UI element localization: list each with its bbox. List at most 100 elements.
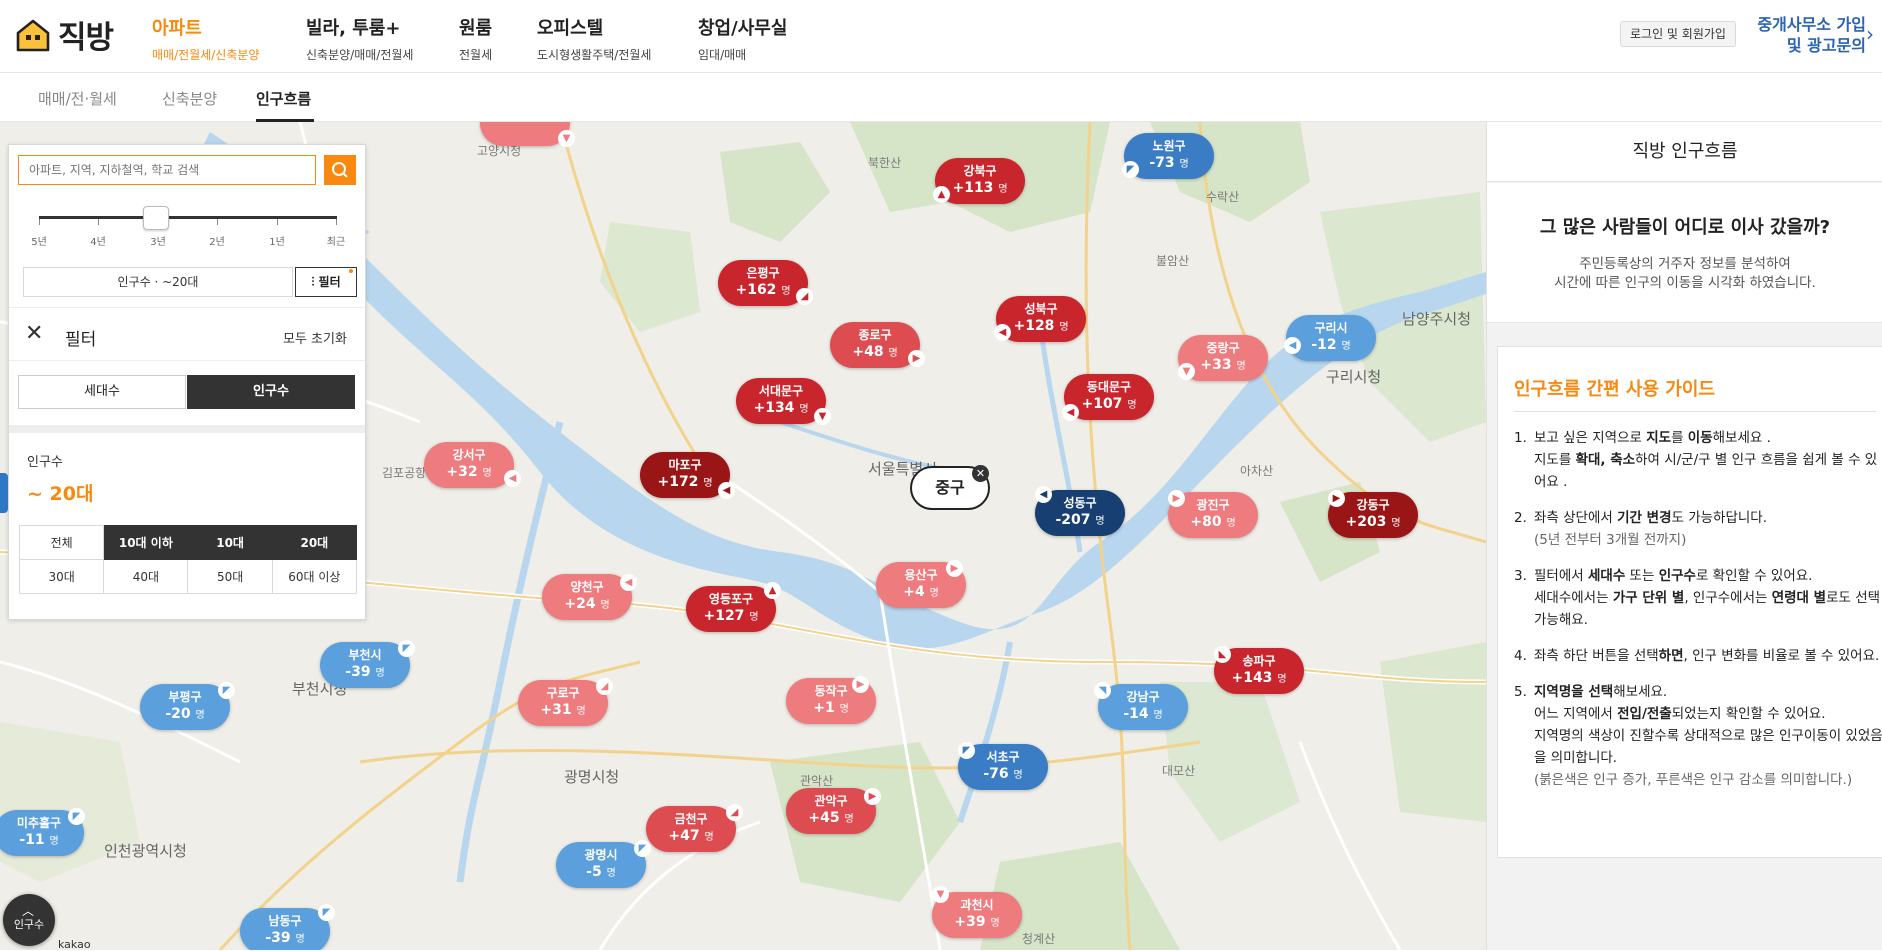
place-label: 관악산 [800,774,834,788]
tab-trade[interactable]: 매매/전·월세 [38,88,117,109]
chevron-right-icon[interactable]: › [1866,22,1874,46]
nav-office[interactable]: 창업/사무실 임대/매매 [698,14,787,63]
toggle-population[interactable]: 인구수 [187,375,355,409]
district-value: +39 명 [954,914,1000,930]
age-option[interactable]: 전체 [18,525,105,560]
district-bubble[interactable]: 종로구 +48 명 ▶ [830,322,925,368]
district-bubble[interactable]: 관악구 +45 명 ▶ [786,788,881,834]
district-bubble[interactable]: 동작구 +1 명 ▶ [786,676,876,724]
population-ratio-button[interactable]: ︿ 인구수 [3,894,55,946]
district-name: 양천구 [570,580,604,594]
age-option[interactable]: 50대 [187,559,273,594]
nav-oneroom-title: 원룸 [459,18,493,39]
population-ratio-label: 인구수 [13,918,45,931]
nav-officetel-sub: 도시형생활주택/전월세 [537,48,652,62]
district-name: 구로구 [546,686,580,700]
agent-signup-link[interactable]: 중개사무소 가입 및 광고문의 [1752,14,1866,56]
district-bubble[interactable]: 남동구 -39 명 ◤ [240,904,335,950]
tab-presale[interactable]: 신축분양 [162,88,217,109]
move-in-icon: ◀ [994,324,1011,341]
district-name: 강북구 [963,164,997,178]
move-in-icon: ▶ [1328,490,1345,507]
move-out-icon: ◥ [1094,682,1111,699]
district-bubble[interactable]: 금천구 +47 명 ◢ [646,804,743,852]
move-out-icon: ◤ [68,808,85,825]
reset-all-button[interactable]: 모두 초기화 [283,328,347,347]
toggle-households[interactable]: 세대수 [18,375,186,409]
login-button[interactable]: 로그인 및 회원가입 [1620,21,1736,47]
agent-line2: 및 광고문의 [1786,36,1866,55]
nav-apartment-sub: 매매/전월세/신축분양 [152,48,260,62]
district-value: +47 명 [668,828,714,844]
filter-summary: 인구수 · ~20대 [23,267,293,297]
move-in-icon: ◢ [796,288,813,305]
district-bubble[interactable]: 강동구 +203 명 ▶ [1328,490,1418,538]
age-option[interactable]: 40대 [103,559,189,594]
district-name: 용산구 [904,568,938,582]
age-value: ~ 20대 [27,483,94,505]
district-name: 동대문구 [1086,380,1132,394]
district-bubble[interactable]: 동대문구 +107 명 ◀ [1062,374,1154,421]
district-bubble[interactable]: 마포구 +172 명 ◀ [640,452,735,499]
district-name: 강남구 [1126,690,1160,704]
district-bubble[interactable]: 부평구 -20 명 ◤ [140,682,235,730]
district-bubble[interactable]: 과천시 +39 명 ▼ [932,886,1022,938]
tab-population-flow[interactable]: 인구흐름 [256,88,311,109]
nav-apartment[interactable]: 아파트 매매/전월세/신축분양 [152,14,259,63]
district-bubble[interactable]: 은평구 +162 명 ◢ [718,260,813,306]
age-option[interactable]: 60대 이상 [271,559,358,594]
district-value: +162 명 [735,282,791,298]
district-bubble[interactable]: 광진구 +80 명 ▶ [1168,490,1258,538]
logo[interactable]: 직방 [14,12,114,57]
age-option[interactable]: 10대 [187,525,273,560]
district-bubble[interactable]: 서초구 -76 명 ◤ [958,742,1048,790]
district-bubble[interactable]: 강남구 -14 명 ◥ [1094,682,1188,730]
move-in-icon: ◀ [1062,404,1079,421]
district-bubble[interactable]: 미추홀구 -11 명 ◤ [0,808,85,856]
district-bubble[interactable]: 양천구 +24 명 ◀ [542,574,637,620]
district-bubble[interactable]: 영등포구 +127 명 ▲ [686,582,781,632]
guide-item: 5. 지역명을 선택해보세요. 어느 지역에서 전입/전출되었는지 확인할 수 … [1514,684,1882,788]
move-in-icon: ▼ [558,130,575,147]
nav-officetel[interactable]: 오피스텔 도시형생활주택/전월세 [537,14,651,63]
move-in-icon: ▶ [908,350,925,367]
nav-oneroom[interactable]: 원룸 전월세 [459,14,492,63]
move-in-icon: ◣ [1214,646,1231,663]
close-icon[interactable]: ✕ [972,465,989,482]
district-bubble[interactable]: 강서구 +32 명 ◀ [424,442,521,488]
district-bubble[interactable]: 중랑구 +33 명 ▼ [1178,335,1268,381]
info-desc-line: 주민등록상의 거주자 정보를 분석하여 [1579,256,1791,272]
move-in-icon: ▼ [932,886,949,903]
search-button[interactable] [324,155,356,185]
district-bubble[interactable]: 송파구 +143 명 ◣ [1214,646,1304,694]
age-option[interactable]: 10대 이하 [103,525,189,560]
district-bubble[interactable]: 구로구 +31 명 ◢ [518,678,613,726]
nav-villa-title: 빌라, 투룸+ [306,18,401,39]
period-slider-handle[interactable] [143,206,169,230]
district-bubble[interactable]: 부천시 -39 명 ◤ [320,640,415,688]
search-input[interactable] [19,156,315,184]
age-option[interactable]: 20대 [271,525,358,560]
slider-tick-label: 2년 [209,237,225,248]
district-bubble[interactable]: 성동구 -207 명 ◀ [1035,486,1125,536]
nav-villa[interactable]: 빌라, 투룸+ 신축분양/매매/전월세 [306,14,413,63]
district-bubble[interactable]: +8 명 ▼ [480,122,575,147]
info-title: 직방 인구흐름 [1487,122,1882,182]
filter-button[interactable]: ⫶ 필터 [295,267,357,297]
panel-collapse-tab[interactable] [0,473,8,513]
district-bubble[interactable]: 노원구 -73 명 ◤ [1122,133,1214,179]
district-value: +4 명 [903,584,939,600]
district-bubble[interactable]: 성북구 +128 명 ◀ [994,296,1086,342]
district-bubble[interactable]: 광명시 -5 명 ◤ [556,840,651,888]
district-bubble[interactable]: 구리시 -12 명 ◀ [1284,315,1376,361]
district-name: 송파구 [1242,654,1276,668]
nav-villa-sub: 신축분양/매매/전월세 [306,48,414,62]
district-value: +80 명 [1190,514,1236,530]
district-bubble[interactable]: 용산구 +4 명 ▶ [876,560,966,608]
close-icon[interactable]: ✕ [25,322,43,346]
age-option[interactable]: 30대 [18,559,105,594]
district-bubble[interactable]: 서대문구 +134 명 ▼ [736,378,831,425]
district-bubble[interactable]: 강북구 +113 명 ▲ [933,158,1025,204]
move-in-icon: ▶ [1168,490,1185,507]
usage-guide: 인구흐름 간편 사용 가이드 1. 보고 싶은 지역으로 지도를 이동해보세요 … [1497,346,1882,858]
